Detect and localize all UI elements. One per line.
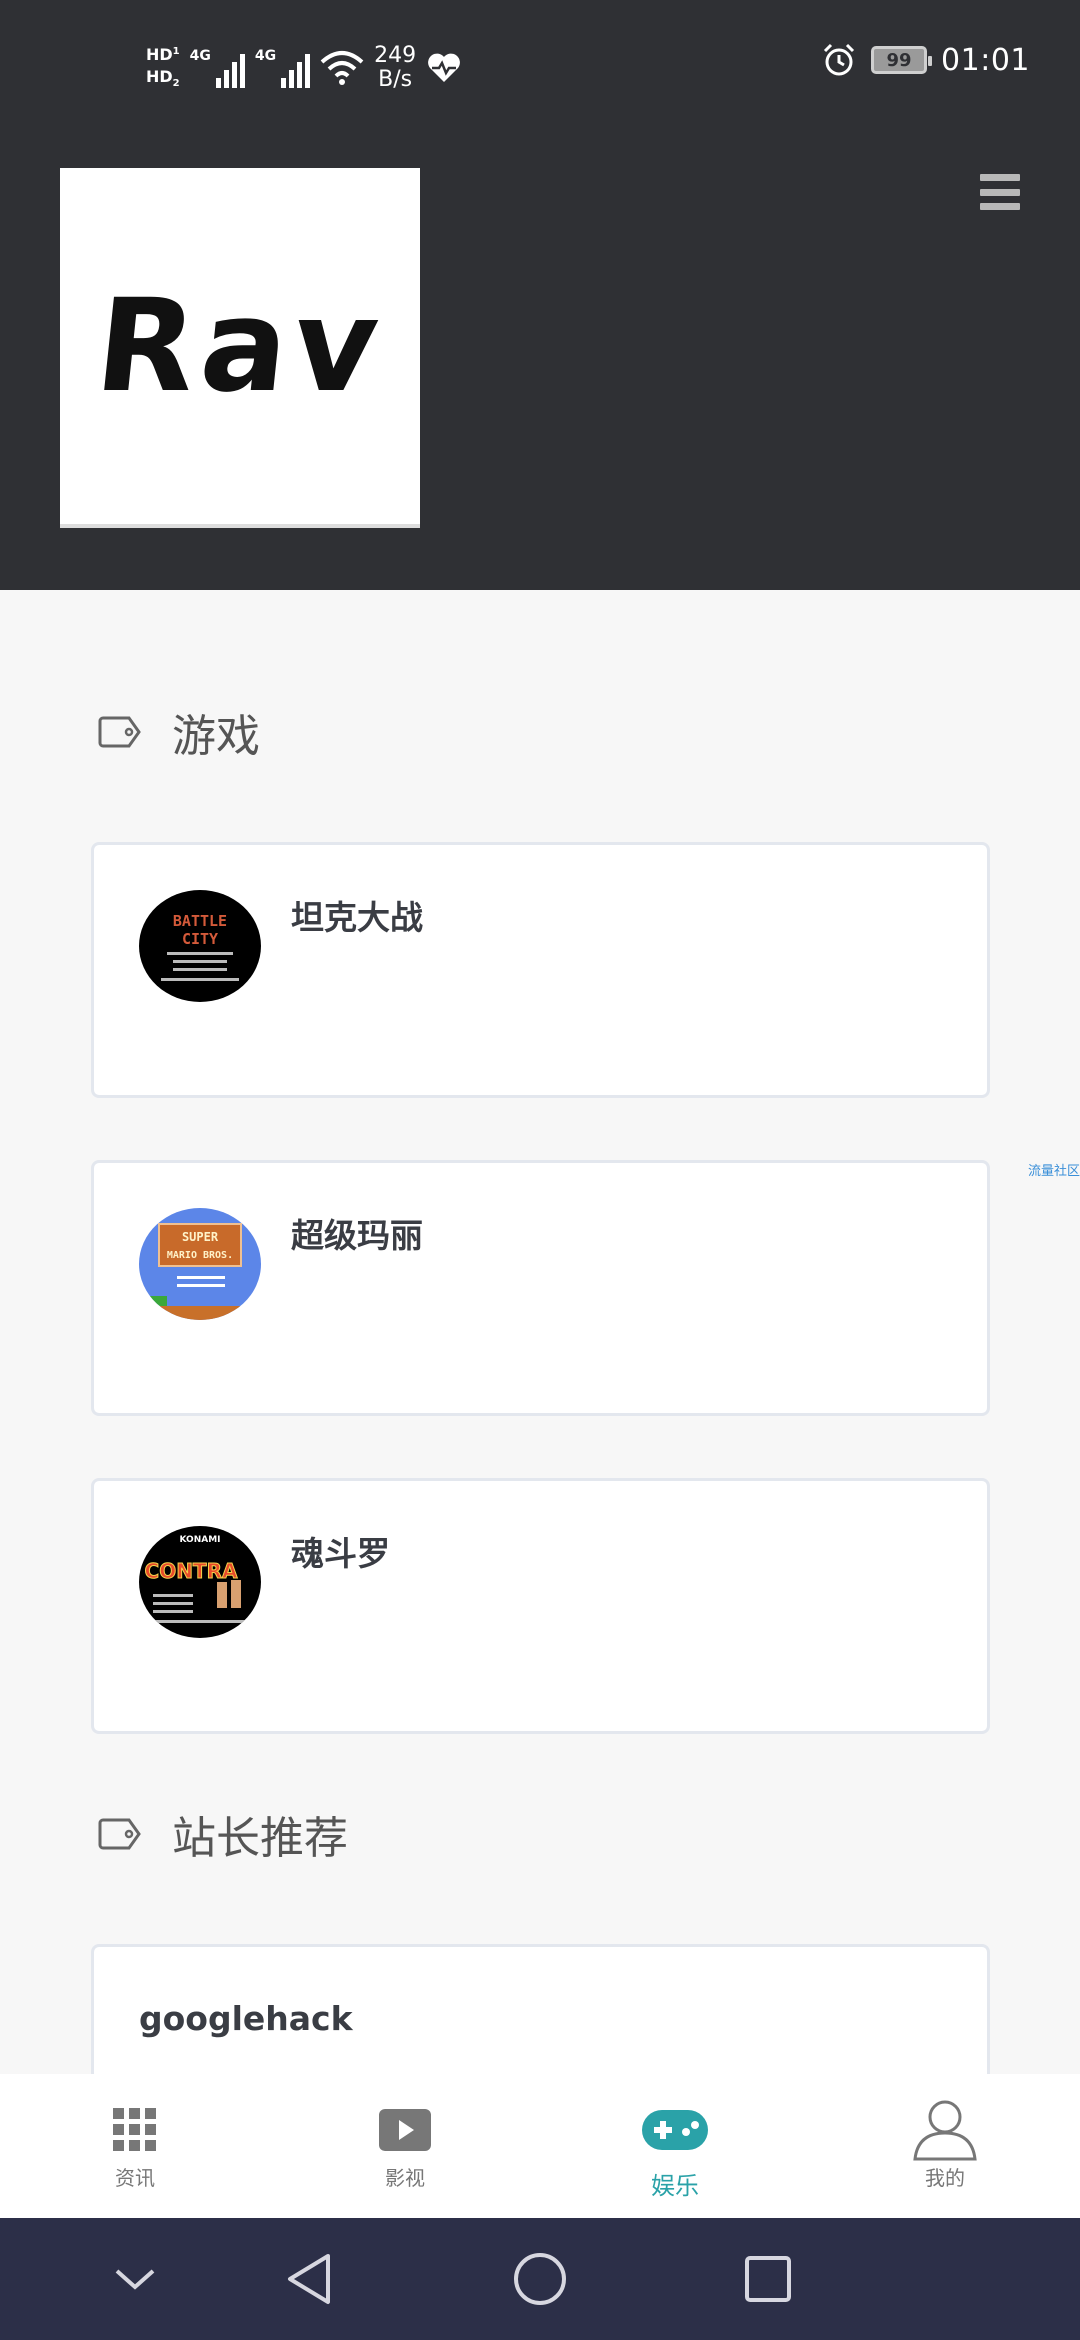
sim-indicator: HD1 HD2 (146, 45, 180, 90)
clock: 01:01 (941, 42, 1030, 78)
section-header-recommend: 站长推荐 (98, 1802, 348, 1866)
back-button[interactable] (249, 2218, 369, 2340)
user-icon (913, 2100, 977, 2161)
tag-icon (98, 716, 141, 748)
app-header: HD1 HD2 4G 4G 249 B/s 99 01:01 Rav (0, 0, 1080, 590)
recommend-card-googlehack[interactable]: googlehack (91, 1944, 990, 2084)
nav-item-news[interactable]: 资讯 (0, 2074, 270, 2218)
game-title: 魂斗罗 (291, 1534, 390, 1573)
menu-icon[interactable] (980, 174, 1020, 210)
chevron-down-icon (115, 2269, 155, 2290)
game-card-battle-city[interactable]: BATTLE CITY 坦克大战 (91, 842, 990, 1098)
grid-icon (113, 2108, 156, 2151)
game-thumbnail: KONAMI CONTRA (139, 1526, 261, 1638)
game-title: 超级玛丽 (291, 1216, 423, 1255)
game-thumbnail: BATTLE CITY (139, 890, 261, 1002)
home-circle-icon (514, 2253, 566, 2305)
recents-button[interactable] (708, 2218, 828, 2340)
wifi-icon (320, 51, 364, 85)
back-triangle-icon (288, 2254, 330, 2304)
game-card-super-mario[interactable]: SUPER MARIO BROS. 超级玛丽 (91, 1160, 990, 1416)
recommend-title: googlehack (139, 1999, 353, 2038)
svg-text:BATTLE: BATTLE (173, 912, 227, 930)
svg-text:SUPER: SUPER (182, 1230, 219, 1244)
signal-icon-2: 4G (255, 48, 311, 88)
side-community-link[interactable]: 流量社区 (1028, 1160, 1080, 1179)
nav-item-profile[interactable]: 我的 (810, 2074, 1080, 2218)
svg-text:KONAMI: KONAMI (179, 1535, 220, 1545)
section-header-games: 游戏 (98, 700, 260, 764)
nav-item-video[interactable]: 影视 (270, 2074, 540, 2218)
svg-text:CONTRA: CONTRA (145, 1559, 238, 1583)
game-thumbnail: SUPER MARIO BROS. (139, 1208, 261, 1320)
battery-indicator: 99 (871, 46, 933, 74)
heart-rate-icon (428, 53, 461, 82)
status-bar: HD1 HD2 4G 4G 249 B/s 99 01:01 (0, 0, 1080, 135)
recents-square-icon (745, 2256, 791, 2302)
home-button[interactable] (480, 2218, 600, 2340)
svg-text:MARIO BROS.: MARIO BROS. (167, 1250, 233, 1261)
game-title: 坦克大战 (291, 898, 423, 937)
collapse-button[interactable] (75, 2218, 195, 2340)
game-card-contra[interactable]: KONAMI CONTRA 魂斗罗 (91, 1478, 990, 1734)
tag-icon (98, 1818, 141, 1850)
svg-text:CITY: CITY (182, 930, 218, 948)
network-speed: 249 B/s (374, 43, 417, 92)
signal-icon: 4G (190, 48, 245, 88)
system-navigation-bar (0, 2218, 1080, 2340)
site-logo[interactable]: Rav (60, 168, 420, 528)
play-icon (379, 2109, 431, 2151)
nav-item-entertainment[interactable]: 娱乐 (540, 2074, 810, 2218)
bottom-navigation: 资讯 影视 娱乐 我的 (0, 2074, 1080, 2218)
alarm-icon (823, 43, 855, 76)
gamepad-icon (642, 2110, 708, 2150)
